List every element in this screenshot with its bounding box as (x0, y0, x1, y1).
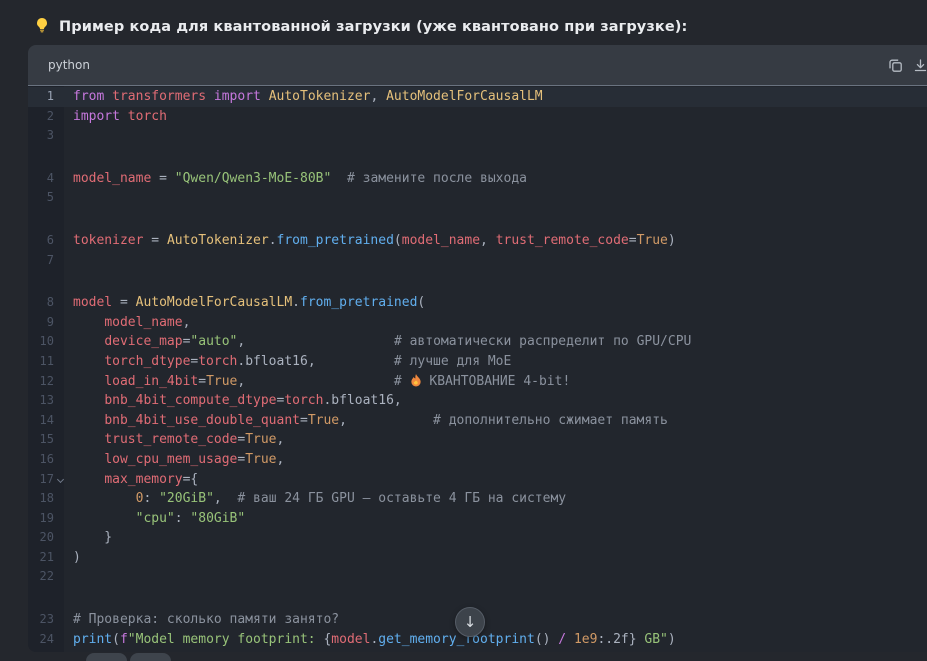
lightbulb-icon (34, 17, 50, 37)
line-number: 11 (39, 353, 54, 368)
line-number: 21 (39, 549, 54, 564)
code-line-text: # Проверка: сколько памяти занято? (73, 612, 340, 628)
code-line: 5 (28, 188, 927, 208)
code-line-text: model_name = "Qwen/Qwen3-MoE-80B" # заме… (73, 170, 527, 186)
suggestion-chip[interactable] (130, 653, 171, 661)
line-number: 5 (46, 190, 54, 205)
code-line: 13 bnb_4bit_compute_dtype=torch.bfloat16… (28, 391, 927, 411)
code-block: python 1 from transformers import AutoTo… (28, 45, 927, 652)
code-line-text: print(f"Model memory footprint: {model.g… (73, 631, 676, 647)
line-number: 15 (39, 432, 54, 447)
code-line: 14 bnb_4bit_use_double_quant=True, # доп… (28, 411, 927, 431)
code-line: 17 max_memory={ (28, 470, 927, 490)
line-number: 23 (39, 612, 54, 627)
copy-icon (888, 59, 903, 76)
line-number: 20 (39, 530, 54, 545)
code-line: 18 0: "20GiB", # ваш 24 ГБ GPU — оставьт… (28, 489, 927, 509)
code-line-text: torch_dtype=torch.bfloat16, # лучше для … (104, 353, 512, 369)
line-number: 10 (39, 334, 54, 349)
code-line: 20 } (28, 528, 927, 548)
code-line-text: "cpu": "80GiB" (135, 510, 246, 526)
code-line: 4 model_name = "Qwen/Qwen3-MoE-80B" # зам… (28, 169, 927, 189)
line-number: 3 (46, 128, 54, 143)
code-line-text: low_cpu_mem_usage=True, (104, 451, 285, 467)
line-number: 24 (39, 631, 54, 646)
line-number: 17 (28, 470, 65, 490)
code-lines: 1 from transformers import AutoTokenizer,… (28, 87, 927, 649)
code-header-actions (888, 58, 927, 73)
page-title: Пример кода для квантованной загрузки (у… (59, 19, 688, 35)
code-line: 2 import torch (28, 107, 927, 127)
code-line-text: } (73, 530, 113, 546)
download-icon (913, 59, 927, 76)
code-line: 10 device_map="auto", # автоматически ра… (28, 332, 927, 352)
code-line-text: model = AutoModelForCausalLM.from_pretra… (73, 295, 426, 311)
code-line-text: trust_remote_code=True, (104, 432, 285, 448)
code-line-text: device_map="auto", # автоматически распр… (104, 334, 692, 350)
line-number: 9 (46, 314, 54, 329)
line-number: 13 (39, 393, 54, 408)
code-line: 3 (28, 126, 927, 146)
code-line: 6 tokenizer = AutoTokenizer.from_pretrain… (28, 231, 927, 251)
language-label: python (48, 58, 90, 72)
code-line: 19 "cpu": "80GiB" (28, 509, 927, 529)
line-number: 19 (39, 510, 54, 525)
code-line-text: bnb_4bit_use_double_quant=True, # дополн… (104, 412, 668, 428)
code-line: 1 from transformers import AutoTokenizer,… (28, 87, 927, 107)
code-line-text: tokenizer = AutoTokenizer.from_pretraine… (73, 232, 676, 248)
download-button[interactable] (913, 58, 927, 73)
code-line: 11 torch_dtype=torch.bfloat16, # лучше д… (28, 352, 927, 372)
line-number: 8 (46, 295, 54, 310)
line-number: 22 (39, 569, 54, 584)
code-line: 8 model = AutoModelForCausalLM.from_pretr… (28, 293, 927, 313)
line-number: 12 (39, 373, 54, 388)
code-line-text: ) (73, 549, 81, 565)
assistant-message-heading: Пример кода для квантованной загрузки (у… (34, 17, 687, 37)
scroll-to-bottom-button[interactable]: ↓ (455, 607, 485, 637)
code-line-text: max_memory={ (104, 471, 199, 487)
code-line: 9 model_name, (28, 313, 927, 333)
line-number: 6 (46, 232, 54, 247)
line-number: 16 (39, 451, 54, 466)
code-block-header: python (28, 45, 927, 85)
line-number: 2 (46, 108, 54, 123)
code-line: 15 trust_remote_code=True, (28, 430, 927, 450)
line-number: 18 (39, 491, 54, 506)
code-line: 12 load_in_4bit=True, # КВАНТОВАНИЕ 4-bi… (28, 372, 927, 392)
code-editor[interactable]: 1 from transformers import AutoTokenizer,… (28, 85, 927, 652)
code-line-text: 0: "20GiB", # ваш 24 ГБ GPU — оставьте 4… (135, 491, 567, 507)
suggestion-chip[interactable] (86, 653, 127, 661)
code-line-text: load_in_4bit=True, # КВАНТОВАНИЕ 4-bit! (64, 372, 570, 392)
copy-button[interactable] (888, 58, 903, 73)
code-line: 21) (28, 548, 927, 568)
code-line-text: import torch (73, 108, 167, 124)
fold-chevron-icon[interactable] (56, 475, 65, 483)
code-line-text: from transformers import AutoTokenizer, … (73, 89, 543, 104)
line-number: 14 (39, 412, 54, 427)
code-line: 16 low_cpu_mem_usage=True, (28, 450, 927, 470)
line-number: 1 (46, 89, 54, 103)
code-line-text: model_name, (104, 314, 191, 330)
code-line: 7 (28, 251, 927, 271)
line-number: 7 (46, 252, 54, 267)
line-number: 4 (46, 170, 54, 185)
code-line-text: bnb_4bit_compute_dtype=torch.bfloat16, (104, 393, 402, 409)
code-line: 22 (28, 567, 927, 587)
arrow-down-icon: ↓ (463, 613, 477, 631)
